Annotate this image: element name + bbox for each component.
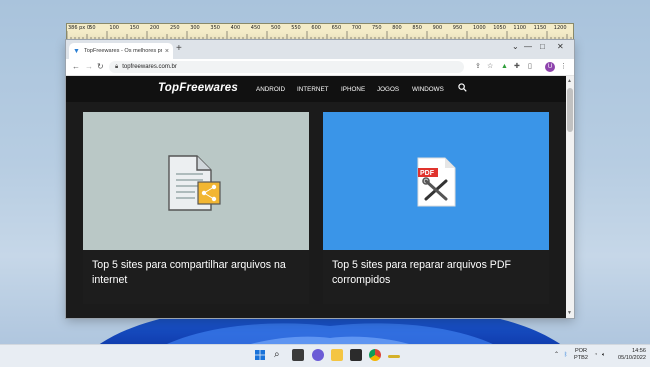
ruler-label: 1150: [533, 25, 547, 31]
bluetooth-icon[interactable]: ᛒ: [564, 352, 567, 359]
ruler-label: 1100: [513, 25, 527, 31]
ruler-label: 900: [432, 25, 443, 31]
wifi-icon[interactable]: ◔: [594, 352, 597, 359]
shared-file-icon: [168, 155, 221, 211]
screen-ruler[interactable]: 386 px 0 50 100 150 200 250 300 350 400 450 500 550…: [66, 23, 574, 40]
pdf-badge: PDF: [420, 170, 435, 177]
clock[interactable]: 14:56 05/10/2022: [612, 348, 646, 362]
address-url: topfreewares.com.br: [122, 64, 177, 70]
browser-toolbar: ← → ↻ 🔒︎ topfreewares.com.br ⇪ ☆ ▲ ✚ ▯ U…: [66, 59, 574, 76]
ruler-label: 1000: [473, 25, 486, 31]
ruler-label: 600: [311, 25, 321, 31]
nav-iphone[interactable]: IPHONE: [341, 86, 365, 93]
side-panel-icon[interactable]: ▯: [528, 62, 532, 72]
ruler-label: 650: [331, 25, 342, 31]
tab-title: TopFreewares - Os melhores pr...: [84, 48, 162, 54]
task-view-icon[interactable]: [292, 349, 304, 361]
store-icon[interactable]: [350, 349, 362, 361]
article-card[interactable]: Top 5 sites para compartilhar arquivos n…: [83, 112, 309, 304]
profile-avatar[interactable]: U: [545, 62, 555, 72]
ruler-label: 150: [129, 25, 140, 31]
ruler-label: 850: [412, 25, 422, 31]
bookmark-star-icon[interactable]: ☆: [487, 62, 493, 72]
nav-android[interactable]: ANDROID: [256, 86, 285, 93]
maximize-button[interactable]: □: [540, 42, 545, 52]
extension-drive-icon[interactable]: ▲: [501, 62, 508, 72]
browser-tab[interactable]: ▼ TopFreewares - Os melhores pr... ×: [69, 43, 173, 59]
ruler-label: 750: [372, 25, 382, 31]
extensions-puzzle-icon[interactable]: ✚: [514, 62, 520, 72]
card-title[interactable]: Top 5 sites para reparar arquivos PDF co…: [332, 258, 532, 288]
menu-kebab-icon[interactable]: ⋮: [560, 62, 567, 72]
article-card[interactable]: PDF Top 5 sites para reparar arquivos PD…: [323, 112, 549, 304]
ruler-label: 950: [452, 25, 463, 31]
language-code: POR: [574, 348, 588, 354]
scroll-up-icon[interactable]: ▲: [567, 78, 572, 84]
ruler-label: 300: [190, 25, 200, 31]
file-explorer-icon[interactable]: [331, 349, 343, 361]
chrome-icon[interactable]: [369, 349, 381, 361]
ruler-label: 50: [89, 25, 96, 31]
ruler-label: 400: [230, 25, 241, 31]
site-logo[interactable]: TopFreewares: [158, 82, 238, 94]
site-favicon-icon: ▼: [73, 47, 80, 55]
minimize-button[interactable]: —: [524, 42, 532, 52]
keyboard-layout: PTB2: [574, 355, 588, 361]
card-title[interactable]: Top 5 sites para compartilhar arquivos n…: [92, 258, 292, 288]
back-arrow-icon[interactable]: ←: [72, 62, 80, 72]
nav-jogos[interactable]: JOGOS: [377, 86, 399, 93]
volume-icon[interactable]: 🔈︎: [602, 352, 605, 359]
clock-date: 05/10/2022: [618, 355, 646, 361]
card-thumbnail[interactable]: PDF: [323, 112, 549, 250]
chat-icon[interactable]: [312, 349, 324, 361]
ruler-label: 350: [210, 25, 220, 31]
pinned-app-icon[interactable]: [388, 355, 400, 358]
ruler-label: 100: [109, 25, 119, 31]
taskbar: ⌕ ⌃ ᛒ POR PTB2 ◔ 🔈︎ 14:56 05/10/2022: [0, 344, 650, 367]
ruler-label: 250: [170, 25, 180, 31]
nav-internet[interactable]: INTERNET: [297, 86, 329, 93]
tab-strip: ▼ TopFreewares - Os melhores pr... × + ⌄…: [66, 40, 574, 59]
ruler-label: 500: [271, 25, 281, 31]
ruler-label: 700: [351, 25, 362, 31]
ruler-label: 450: [250, 25, 261, 31]
ruler-label: 386 px 0: [68, 25, 91, 31]
browser-window: ▼ TopFreewares - Os melhores pr... × + ⌄…: [66, 40, 574, 318]
page-content: TopFreewares ANDROID INTERNET IPHONE JOG…: [66, 76, 566, 318]
reload-icon[interactable]: ↻: [97, 62, 104, 72]
forward-arrow-icon[interactable]: →: [85, 62, 93, 72]
ruler-label: 1200: [553, 25, 567, 31]
tray-chevron-icon[interactable]: ⌃: [554, 352, 559, 359]
site-navbar: TopFreewares ANDROID INTERNET IPHONE JOG…: [66, 76, 566, 102]
address-bar[interactable]: 🔒︎ topfreewares.com.br: [109, 61, 464, 73]
new-tab-button[interactable]: +: [176, 43, 182, 55]
ruler-label: 550: [291, 25, 301, 31]
lock-icon: 🔒︎: [115, 63, 119, 70]
scroll-down-icon[interactable]: ▼: [567, 310, 572, 316]
scroll-thumb[interactable]: [567, 88, 573, 132]
search-taskbar-icon[interactable]: ⌕: [274, 349, 286, 361]
start-windows-icon[interactable]: [254, 349, 266, 361]
language-indicator[interactable]: POR PTB2: [572, 348, 590, 362]
tab-search-chevron-icon[interactable]: ⌄: [512, 42, 519, 52]
tab-close-icon[interactable]: ×: [165, 48, 169, 55]
ruler-label: 1050: [493, 25, 506, 31]
ruler-label: 200: [149, 25, 160, 31]
pdf-repair-icon: PDF: [417, 157, 456, 207]
close-window-button[interactable]: ✕: [557, 42, 564, 52]
ruler-label: 800: [392, 25, 402, 31]
share-icon[interactable]: ⇪: [475, 62, 481, 72]
clock-time: 14:56: [632, 348, 646, 354]
card-thumbnail[interactable]: [83, 112, 309, 250]
search-icon[interactable]: [458, 83, 467, 92]
nav-windows[interactable]: WINDOWS: [412, 86, 444, 93]
page-scrollbar[interactable]: ▲ ▼: [566, 76, 574, 318]
